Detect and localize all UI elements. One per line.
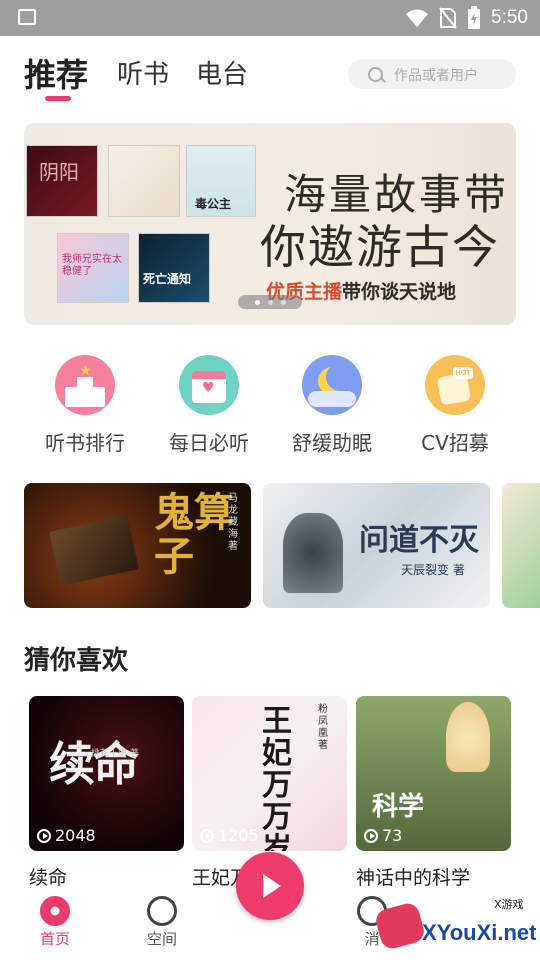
banner-cover-3-title: 毒公主	[195, 197, 232, 211]
banner-subtitle-rest: 带你谈天说地	[342, 281, 457, 303]
search-placeholder: 作品或者用户	[394, 68, 478, 84]
page-dot	[267, 299, 273, 305]
watermark-brand: XYouXi.net	[422, 920, 537, 945]
banner-cover-5-title: 死亡通知	[143, 272, 192, 286]
book-cover: 王妃万万岁 粉凤凰 著 1205	[192, 696, 347, 851]
gallery-icon	[18, 9, 36, 25]
tab-recommend[interactable]: 推荐	[24, 50, 88, 96]
tab-radio[interactable]: 电台	[196, 54, 248, 91]
play-count-value: 73	[382, 826, 403, 845]
promo-card-guisuanzi[interactable]: 鬼算子 马龙藏海 著	[24, 483, 251, 608]
banner-cover-1: 阴阳	[26, 145, 98, 217]
banner-cover-4-title: 我师兄实在太稳健了	[62, 254, 122, 277]
book-card[interactable]: 续命 桃花十里 著 2048 续命	[29, 696, 184, 890]
book-title: 神话中的科学	[356, 867, 471, 889]
quick-link-daily[interactable]: ♥ 每日必听	[149, 355, 269, 456]
book-cover-title: 王妃万万岁	[262, 704, 292, 852]
calendar-heart-icon: ♥	[179, 355, 239, 415]
promo-author: 马龙藏海 著	[228, 493, 238, 552]
player-play-button[interactable]	[236, 852, 304, 920]
quick-link-label: 舒缓助眠	[292, 431, 372, 455]
book-cover: 科学 73	[356, 696, 511, 851]
play-count: 2048	[37, 826, 96, 845]
quick-link-cv-recruit[interactable]: HOT CV招募	[395, 355, 515, 456]
quick-link-label: CV招募	[421, 431, 489, 455]
battery-charging-icon	[468, 6, 481, 29]
book-cover-title: 续命	[49, 737, 139, 791]
play-count-value: 1205	[218, 826, 259, 845]
quick-link-ranking[interactable]: ★ 听书排行	[25, 355, 145, 456]
book-title: 续命	[29, 867, 68, 889]
active-tab-indicator	[45, 96, 71, 101]
section-title-guess-you-like: 猜你喜欢	[24, 646, 129, 676]
hot-hand-icon: HOT	[425, 355, 485, 415]
top-header: 推荐 听书 电台 作品或者用户	[0, 36, 540, 108]
banner-cover-3: 毒公主	[186, 145, 256, 217]
play-count: 1205	[200, 826, 259, 845]
search-icon	[368, 67, 383, 82]
banner-title-line2: 你遨游古今	[260, 220, 500, 274]
play-count-icon	[364, 828, 378, 843]
site-watermark: X游戏 XYouXi.net	[370, 896, 540, 960]
page-dot	[280, 299, 286, 305]
banner-page-indicator	[238, 295, 302, 309]
search-input[interactable]: 作品或者用户	[348, 59, 516, 89]
nav-space[interactable]: 空间	[132, 896, 192, 949]
banner-cover-4: 我师兄实在太稳健了	[57, 233, 129, 303]
play-count: 73	[364, 826, 402, 845]
play-count-value: 2048	[55, 826, 96, 845]
banner-cover-1-title: 阴阳	[39, 160, 79, 184]
planet-icon	[147, 896, 177, 926]
nav-home[interactable]: 首页	[25, 896, 85, 949]
play-count-icon	[200, 828, 214, 843]
quick-link-label: 听书排行	[45, 431, 125, 455]
moon-sleep-icon	[302, 355, 362, 415]
book-cover-author: 粉凤凰 著	[318, 704, 328, 751]
gamepad-logo-icon	[373, 900, 427, 952]
home-disc-icon	[40, 896, 70, 926]
book-cover-author: 桃花十里 著	[91, 749, 139, 759]
status-bar: 5:50	[0, 0, 540, 36]
promo-author: 天辰裂变 著	[401, 563, 465, 577]
watermark-small: X游戏	[494, 898, 524, 911]
status-time: 5:50	[491, 7, 528, 28]
banner-cover-5: 死亡通知	[138, 233, 210, 303]
banner-cover-2	[108, 145, 180, 217]
no-sim-icon	[439, 7, 457, 29]
book-cover-title: 科学	[372, 792, 425, 822]
nav-label: 空间	[146, 930, 177, 948]
book-cover: 续命 桃花十里 著 2048	[29, 696, 184, 851]
promo-title: 问道不灭	[359, 523, 479, 558]
promo-card-wendaobumie[interactable]: 问道不灭 天辰裂变 著	[263, 483, 490, 608]
nav-label: 首页	[39, 930, 70, 948]
wifi-icon	[406, 9, 429, 27]
quick-link-sleep[interactable]: 舒缓助眠	[272, 355, 392, 456]
promo-banner[interactable]: 阴阳 毒公主 我师兄实在太稳健了 死亡通知 海量故事带 你遨游古今 优质主播带你…	[24, 123, 516, 325]
ranking-podium-icon: ★	[55, 355, 115, 415]
book-card[interactable]: 科学 73 神话中的科学	[356, 696, 511, 890]
play-count-icon	[37, 828, 51, 843]
quick-link-label: 每日必听	[169, 431, 249, 455]
page-dot	[254, 299, 260, 305]
promo-card-next[interactable]	[502, 483, 540, 608]
tab-audiobooks[interactable]: 听书	[117, 54, 169, 91]
